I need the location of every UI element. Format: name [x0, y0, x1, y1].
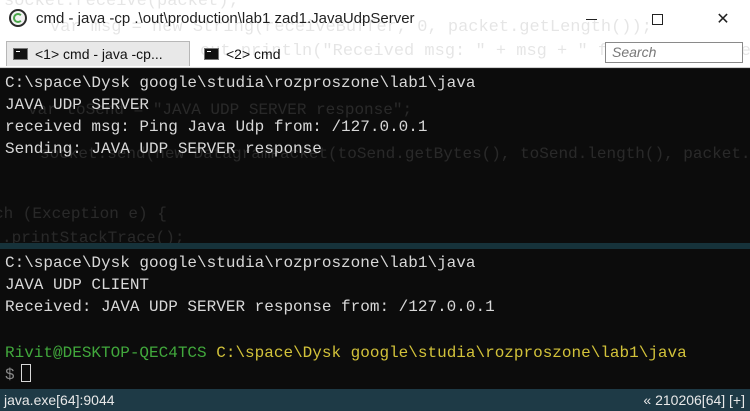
console-line: received msg: Ping Java Udp from: /127.0… [5, 118, 428, 136]
maximize-icon [651, 13, 663, 25]
tab-console-2[interactable]: <2> cmd [198, 41, 348, 66]
console-info[interactable]: « 210206[64] [+] [643, 392, 745, 408]
conemu-app-icon [9, 9, 27, 27]
prompt-symbol: $ [5, 366, 15, 384]
console-line: C:\space\Dysk google\studia\rozproszone\… [5, 254, 476, 272]
tab-console-1[interactable]: <1> cmd - java -cp... [6, 41, 190, 66]
search-input[interactable] [612, 44, 736, 60]
status-bar: java.exe[64]:9044 « 210206[64] [+] [0, 389, 750, 411]
background-ghost-text: ch (Exception e) { [0, 205, 167, 223]
close-button[interactable]: ✕ [700, 0, 746, 38]
console-line: JAVA UDP CLIENT [5, 276, 150, 294]
console-line: JAVA UDP SERVER [5, 96, 150, 114]
minimize-button[interactable] [568, 0, 614, 38]
text-cursor [20, 364, 31, 382]
console-icon [13, 48, 28, 60]
close-icon: ✕ [716, 11, 730, 28]
console-line: Sending: JAVA UDP SERVER response [5, 140, 322, 158]
process-info[interactable]: java.exe[64]:9044 [4, 392, 115, 408]
prompt-line: Rivit@DESKTOP-QEC4TCS C:\space\Dysk goog… [5, 342, 687, 364]
tab-label: <1> cmd - java -cp... [35, 46, 163, 62]
prompt-path: C:\space\Dysk google\studia\rozproszone\… [216, 344, 687, 362]
tab-label: <2> cmd [226, 45, 281, 62]
console-pane-bottom[interactable]: C:\space\Dysk google\studia\rozproszone\… [0, 249, 750, 389]
background-ghost-text: .printStackTrace(); [2, 229, 185, 243]
title-bar: socket.receive(packet); var msg = new St… [0, 0, 750, 38]
maximize-button[interactable] [634, 0, 680, 38]
window-title: cmd - java -cp .\out\production\lab1 zad… [36, 10, 415, 27]
prompt-user: Rivit@DESKTOP-QEC4TCS [5, 344, 207, 362]
input-line[interactable]: $ [5, 364, 31, 386]
console-line: Received: JAVA UDP SERVER response from:… [5, 298, 495, 316]
search-box[interactable] [605, 42, 743, 63]
minimize-icon [585, 18, 597, 20]
console-line: C:\space\Dysk google\studia\rozproszone\… [5, 74, 476, 92]
console-pane-top[interactable]: var toSend = "JAVA UDP SERVER response";… [0, 69, 750, 243]
console-icon [204, 47, 219, 60]
